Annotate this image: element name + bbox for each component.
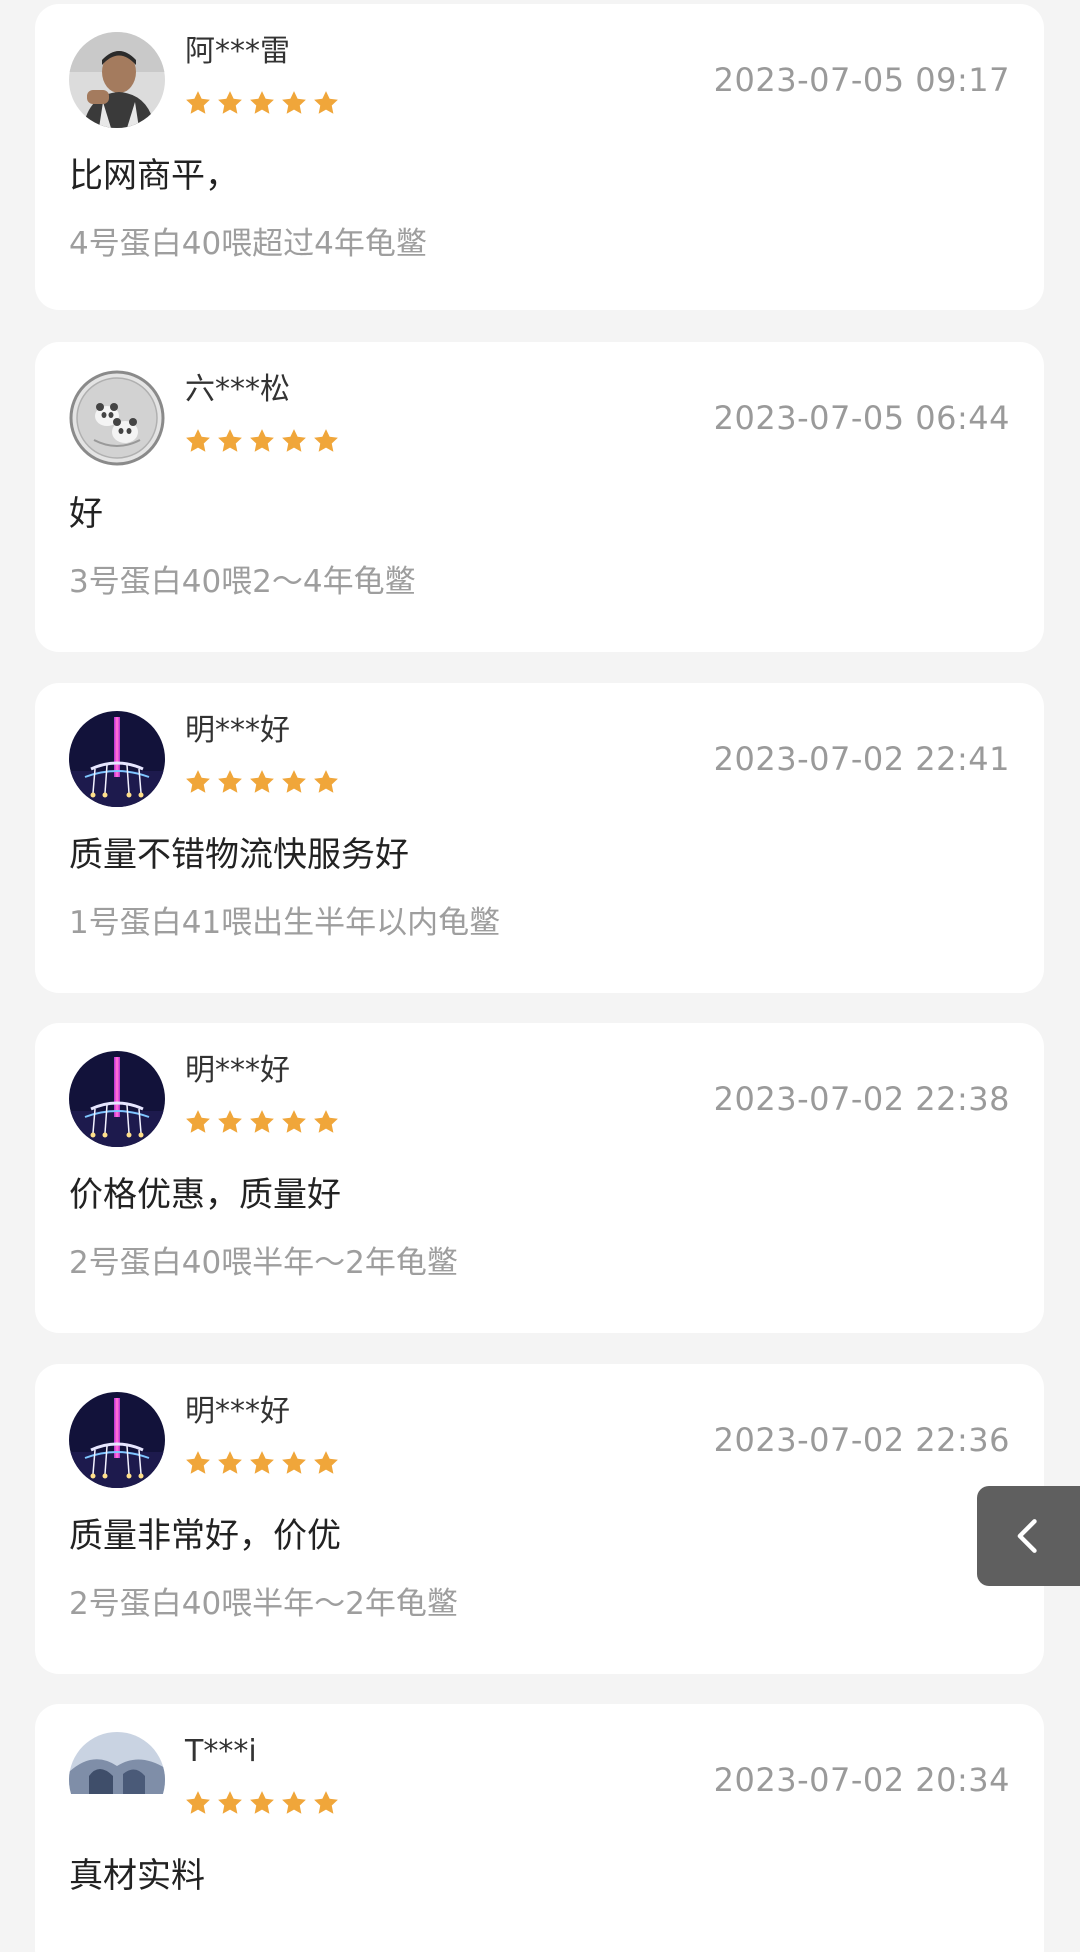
back-button[interactable] — [977, 1486, 1080, 1586]
star-icon — [183, 767, 213, 797]
username: 明***好 — [185, 713, 290, 748]
review-card: 明***好 2023-07-02 22:41 质量不错物流快服务好 1号蛋白41… — [35, 683, 1044, 993]
star-icon — [247, 1448, 277, 1478]
review-card: 六***松 2023-07-05 06:44 好 3号蛋白40喂2～4年龟鳖 — [35, 342, 1044, 652]
username: 明***好 — [185, 1053, 290, 1088]
review-comment: 价格优惠，质量好 — [69, 1175, 341, 1215]
star-icon — [215, 1788, 245, 1818]
star-icon — [215, 88, 245, 118]
avatar[interactable] — [69, 1732, 165, 1828]
review-comment: 质量不错物流快服务好 — [69, 835, 409, 875]
review-card: 明***好 2023-07-02 22:38 价格优惠，质量好 2号蛋白40喂半… — [35, 1023, 1044, 1333]
rating-stars — [183, 88, 341, 118]
rating-stars — [183, 1448, 341, 1478]
rating-stars — [183, 426, 341, 456]
review-list-page: 阿***雷 2023-07-05 09:17 比网商平， 4号蛋白40喂超过4年… — [0, 0, 1080, 1952]
product-spec: 2号蛋白40喂半年～2年龟鳖 — [69, 1245, 458, 1281]
star-icon — [279, 88, 309, 118]
star-icon — [279, 1107, 309, 1137]
review-comment: 比网商平， — [69, 156, 239, 196]
star-icon — [247, 426, 277, 456]
star-icon — [183, 1788, 213, 1818]
star-icon — [279, 1448, 309, 1478]
rating-stars — [183, 767, 341, 797]
review-date: 2023-07-02 22:41 — [713, 740, 1010, 778]
product-spec: 2号蛋白40喂半年～2年龟鳖 — [69, 1586, 458, 1622]
rating-stars — [183, 1107, 341, 1137]
review-card: T***i 2023-07-02 20:34 真材实料 — [35, 1704, 1044, 1952]
product-spec: 4号蛋白40喂超过4年龟鳖 — [69, 226, 427, 262]
review-card: 阿***雷 2023-07-05 09:17 比网商平， 4号蛋白40喂超过4年… — [35, 4, 1044, 310]
star-icon — [183, 1448, 213, 1478]
review-date: 2023-07-02 22:38 — [713, 1080, 1010, 1118]
star-icon — [279, 426, 309, 456]
star-icon — [247, 1107, 277, 1137]
chevron-left-icon — [1017, 1519, 1037, 1553]
star-icon — [215, 1107, 245, 1137]
username: 明***好 — [185, 1394, 290, 1429]
product-spec: 3号蛋白40喂2～4年龟鳖 — [69, 564, 416, 600]
review-card: 明***好 2023-07-02 22:36 质量非常好，价优 2号蛋白40喂半… — [35, 1364, 1044, 1674]
avatar[interactable] — [69, 1051, 165, 1147]
avatar[interactable] — [69, 370, 165, 466]
review-comment: 真材实料 — [69, 1856, 205, 1896]
star-icon — [311, 767, 341, 797]
star-icon — [247, 767, 277, 797]
star-icon — [247, 88, 277, 118]
star-icon — [215, 767, 245, 797]
star-icon — [215, 426, 245, 456]
star-icon — [311, 1788, 341, 1818]
username: T***i — [185, 1734, 257, 1769]
star-icon — [279, 767, 309, 797]
star-icon — [311, 1448, 341, 1478]
avatar[interactable] — [69, 711, 165, 807]
review-date: 2023-07-05 09:17 — [713, 61, 1010, 99]
product-spec: 1号蛋白41喂出生半年以内龟鳖 — [69, 905, 501, 941]
star-icon — [215, 1448, 245, 1478]
review-date: 2023-07-05 06:44 — [713, 399, 1010, 437]
star-icon — [279, 1788, 309, 1818]
star-icon — [183, 1107, 213, 1137]
review-comment: 质量非常好，价优 — [69, 1516, 341, 1556]
star-icon — [247, 1788, 277, 1818]
avatar[interactable] — [69, 32, 165, 128]
username: 阿***雷 — [185, 34, 290, 69]
review-comment: 好 — [69, 494, 103, 534]
star-icon — [183, 426, 213, 456]
review-date: 2023-07-02 22:36 — [713, 1421, 1010, 1459]
star-icon — [311, 426, 341, 456]
star-icon — [183, 88, 213, 118]
review-date: 2023-07-02 20:34 — [713, 1761, 1010, 1799]
avatar[interactable] — [69, 1392, 165, 1488]
star-icon — [311, 88, 341, 118]
rating-stars — [183, 1788, 341, 1818]
username: 六***松 — [185, 372, 290, 407]
star-icon — [311, 1107, 341, 1137]
